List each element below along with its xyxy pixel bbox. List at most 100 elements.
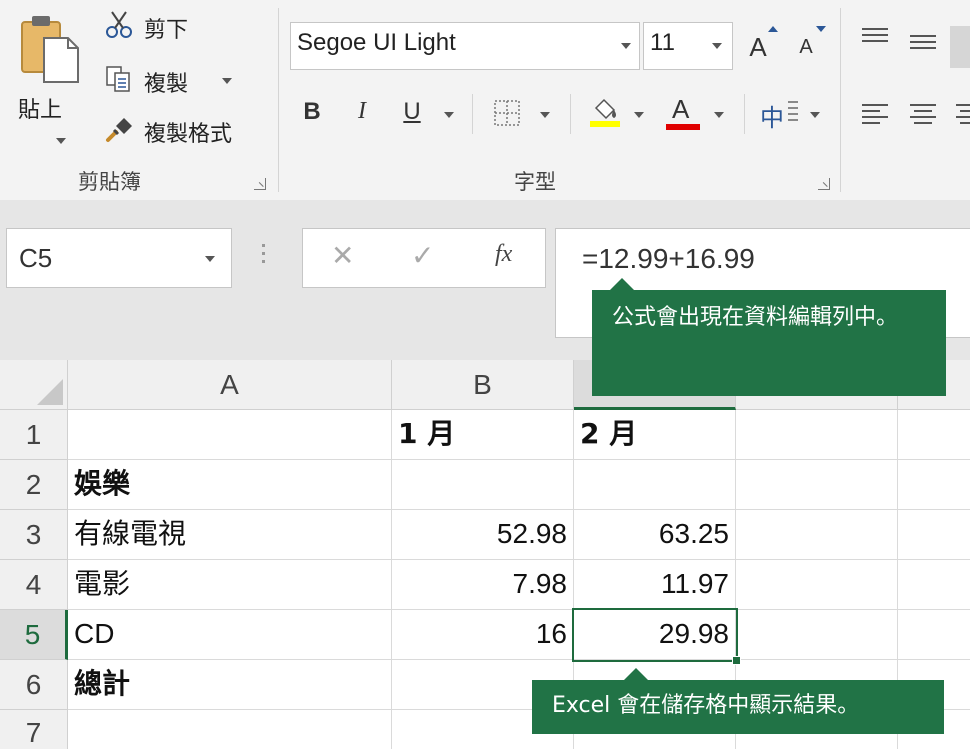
group-divider [840,8,841,192]
cell-c2[interactable] [574,460,736,510]
grow-font-arrow-icon [768,26,778,32]
name-box[interactable]: C5 [6,228,232,288]
bold-button[interactable]: B [298,98,326,126]
formula-value: =12.99+16.99 [582,243,755,274]
column-header-a[interactable]: A [68,360,392,410]
format-painter-button[interactable]: 複製格式 [100,110,260,150]
cell-d4[interactable] [736,560,898,610]
cell-c1[interactable]: 2 月 [574,410,736,460]
cell-a2[interactable]: 娛樂 [68,460,392,510]
row-header-7[interactable]: 7 [0,710,68,749]
phonetic-dropdown-icon [810,112,820,118]
insert-function-button[interactable]: fx [495,241,512,268]
cell-b2[interactable] [392,460,574,510]
formula-buttons: ✕ ✓ fx [302,228,546,288]
font-size-select[interactable]: 11 [643,22,733,70]
cell-b1[interactable]: 1 月 [392,410,574,460]
paste-icon [21,16,79,83]
cell-d2[interactable] [736,460,898,510]
active-cell-border [572,608,738,662]
grow-font-button[interactable]: A [744,24,778,64]
row-header-label: 2 [25,469,42,500]
cell-a5[interactable]: CD [68,610,392,660]
font-color-dropdown-icon[interactable] [714,112,724,118]
font-name-dropdown-icon [621,43,631,49]
clipboard-dialog-launcher[interactable] [254,178,266,190]
cell-c4[interactable]: 11.97 [574,560,736,610]
column-header-label: A [220,369,239,400]
enter-icon[interactable]: ✓ [411,239,434,272]
row-header-5[interactable]: 5 [0,610,68,660]
font-divider [744,94,745,134]
font-divider [472,94,473,134]
font-color-swatch [666,124,700,130]
row-header-label: 1 [25,419,42,450]
row-header-4[interactable]: 4 [0,560,68,610]
cell-d1[interactable] [736,410,898,460]
cancel-icon[interactable]: ✕ [331,239,354,272]
row-header-1[interactable]: 1 [0,410,68,460]
font-color-button[interactable]: A [664,94,704,134]
paste-button[interactable]: 貼上 [10,6,90,156]
font-size-dropdown-icon [712,43,722,49]
middle-align-icon[interactable] [908,30,938,54]
row-header-6[interactable]: 6 [0,660,68,710]
fill-color-icon[interactable] [588,94,622,128]
fill-color-dropdown-icon[interactable] [634,112,644,118]
cell-d3[interactable] [736,510,898,560]
cell-e4[interactable] [898,560,970,610]
formula-bar-resize-handle[interactable] [262,244,266,268]
callout-pointer [624,668,648,680]
phonetic-guide-button[interactable]: 中 [760,96,830,132]
result-callout: Excel 會在儲存格中顯示結果。 [532,668,944,734]
cell-a6[interactable]: 總計 [68,660,392,710]
grow-font-label: A [749,32,767,62]
group-divider [278,8,279,192]
cell-e2[interactable] [898,460,970,510]
cell-a4[interactable]: 電影 [68,560,392,610]
align-left-icon[interactable] [860,102,890,126]
cell-b4[interactable]: 7.98 [392,560,574,610]
cell-d5[interactable] [736,610,898,660]
cell-a3[interactable]: 有線電視 [68,510,392,560]
scissors-icon [106,11,132,38]
fill-handle[interactable] [732,656,741,665]
paste-label: 貼上 [18,98,63,123]
shrink-font-button[interactable]: A [792,24,826,64]
copy-button[interactable]: 複製 [100,60,250,100]
shrink-font-label: A [799,36,813,58]
cut-button[interactable]: 剪下 [100,8,210,48]
cell-e3[interactable] [898,510,970,560]
format-painter-label: 複製格式 [144,122,233,147]
cell-a1[interactable] [68,410,392,460]
cell-b5[interactable]: 16 [392,610,574,660]
underline-dropdown-icon[interactable] [444,112,454,118]
cell-a7[interactable] [68,710,392,749]
font-name-value: Segoe UI Light [297,29,456,56]
underline-button[interactable]: U [398,98,426,126]
cell-b3[interactable]: 52.98 [392,510,574,560]
column-header-b[interactable]: B [392,360,574,410]
italic-button[interactable]: I [348,98,376,125]
row-header-2[interactable]: 2 [0,460,68,510]
name-box-dropdown-icon[interactable] [205,256,215,262]
font-dialog-launcher[interactable] [818,178,830,190]
ribbon: 貼上 剪下 複製 複製格式 剪貼簿 Segoe UI Light 11 A A … [0,0,970,200]
top-align-icon[interactable] [860,26,890,50]
row-header-3[interactable]: 3 [0,510,68,560]
column-header-label: B [473,369,492,400]
bottom-align-icon[interactable] [950,26,970,68]
cell-c3[interactable]: 63.25 [574,510,736,560]
result-callout-text: Excel 會在儲存格中顯示結果。 [552,693,860,718]
borders-icon[interactable] [492,98,522,128]
borders-dropdown-icon[interactable] [540,112,550,118]
shrink-font-arrow-icon [816,26,826,32]
font-name-select[interactable]: Segoe UI Light [290,22,640,70]
cell-e1[interactable] [898,410,970,460]
phonetic-icon [788,101,798,121]
select-all-button[interactable] [0,360,68,410]
align-center-icon[interactable] [908,102,938,126]
cell-e5[interactable] [898,610,970,660]
align-right-icon[interactable] [956,102,970,126]
row-header-label: 3 [25,519,42,550]
